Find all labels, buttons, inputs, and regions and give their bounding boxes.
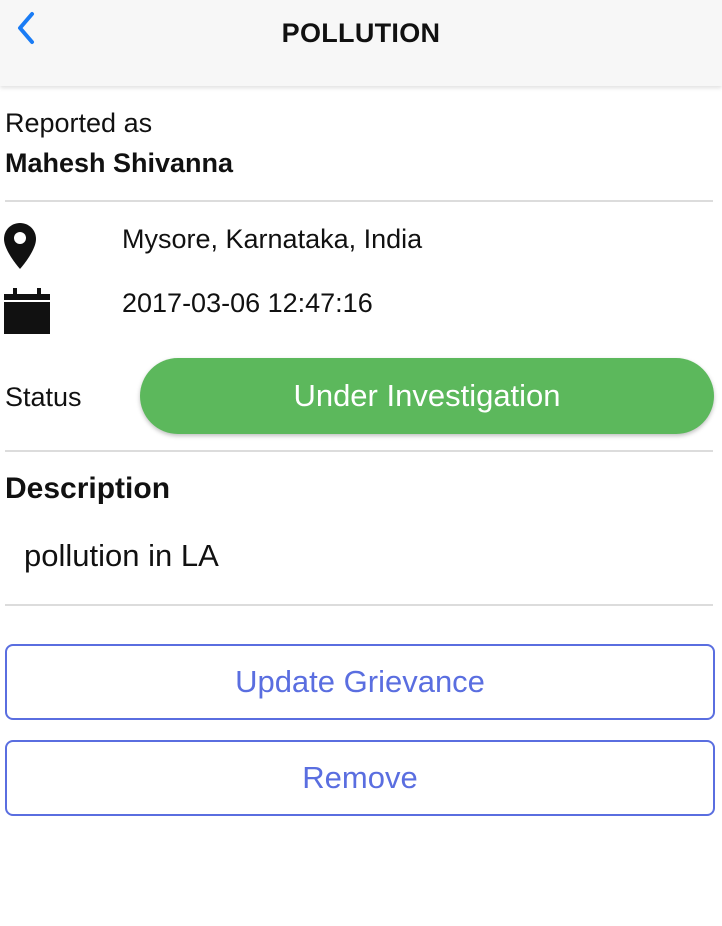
reporter-name: Mahesh Shivanna (5, 148, 234, 178)
divider (5, 450, 713, 452)
map-pin-icon (4, 223, 36, 269)
status-badge: Under Investigation (140, 358, 714, 434)
description-heading: Description (5, 472, 171, 505)
description-text: pollution in LA (24, 538, 219, 573)
navigation-bar: POLLUTION (0, 0, 722, 86)
remove-button[interactable]: Remove (5, 740, 715, 816)
divider (5, 200, 713, 202)
page-title: POLLUTION (281, 18, 441, 48)
status-label: Status (5, 382, 82, 412)
datetime-text: 2017-03-06 12:47:16 (122, 288, 373, 318)
location-text: Mysore, Karnataka, India (122, 224, 423, 254)
divider (5, 604, 713, 606)
update-grievance-button[interactable]: Update Grievance (5, 644, 715, 720)
reported-as-label: Reported as (5, 108, 153, 138)
calendar-icon (4, 288, 50, 334)
